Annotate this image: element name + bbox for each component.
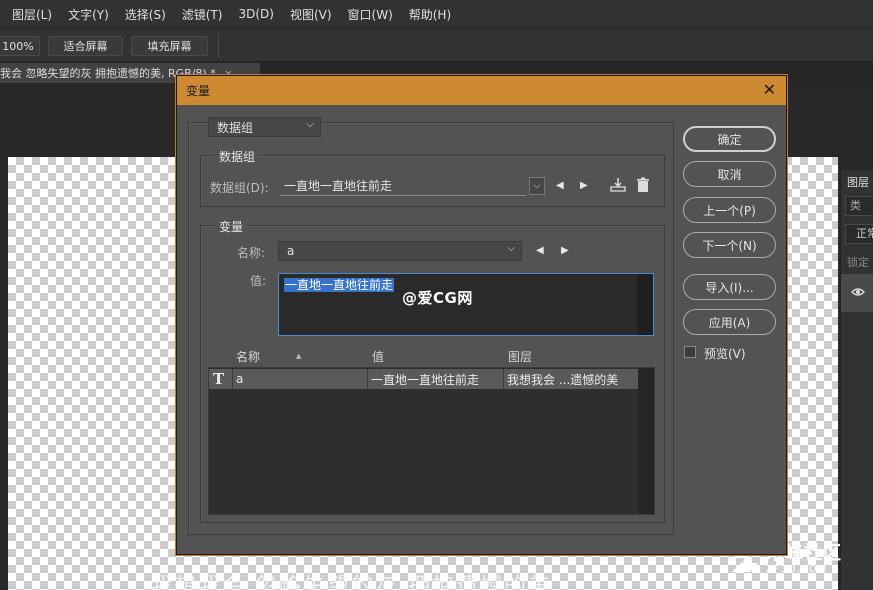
row-value: 一直地一直地往前走 bbox=[368, 369, 504, 389]
variables-dialog: 变量 ✕ 数据组 ⌵ 数据组 数据组(D): 一直地一直地往前走 ⌵ ◀ ▶ 变… bbox=[176, 75, 787, 555]
mode-select-value: 数据组 bbox=[217, 120, 254, 135]
table-header: 名称 ▲ 值 图层 bbox=[208, 346, 654, 366]
next-button[interactable]: 下一个(N) bbox=[683, 232, 776, 258]
options-separator bbox=[218, 34, 219, 58]
cancel-button[interactable]: 取消 bbox=[683, 161, 776, 187]
mode-select[interactable]: 数据组 ⌵ bbox=[208, 117, 321, 137]
dialog-title: 变量 bbox=[186, 84, 211, 98]
row-layer: 我想我会 ...遗憾的美 bbox=[504, 369, 639, 389]
prev-dataset-arrow-icon[interactable]: ◀ bbox=[556, 180, 564, 191]
variable-name-value: a bbox=[287, 244, 295, 258]
apply-button[interactable]: 应用(A) bbox=[683, 309, 776, 335]
menu-select[interactable]: 选择(S) bbox=[117, 6, 174, 23]
value-selected-text: 一直地一直地往前走 bbox=[284, 278, 395, 292]
dataset-label: 数据组(D): bbox=[210, 181, 269, 195]
type-cell: T bbox=[209, 369, 233, 389]
blend-mode-select[interactable]: 正常 bbox=[845, 224, 873, 244]
sort-ascending-icon: ▲ bbox=[296, 352, 302, 360]
layers-panel-title[interactable]: 图层 bbox=[847, 174, 869, 190]
next-dataset-arrow-icon[interactable]: ▶ bbox=[580, 180, 588, 191]
column-header-layer[interactable]: 图层 bbox=[508, 348, 532, 365]
blend-mode-value: 正常 bbox=[856, 227, 873, 240]
dataset-field[interactable]: 一直地一直地往前走 bbox=[280, 176, 526, 196]
text-layer-icon: T bbox=[213, 370, 225, 388]
watermark-url: ZF3D.COM bbox=[766, 564, 828, 575]
close-icon[interactable]: ✕ bbox=[763, 80, 776, 99]
value-label: 值: bbox=[250, 274, 267, 288]
preview-checkbox[interactable] bbox=[684, 346, 696, 358]
name-label: 名称: bbox=[237, 246, 266, 260]
options-bar: 100% 适合屏幕 填充屏幕 bbox=[0, 28, 873, 62]
row-name: a bbox=[233, 369, 368, 389]
menu-3d[interactable]: 3D(D) bbox=[230, 7, 281, 21]
fill-screen-button[interactable]: 填充屏幕 bbox=[131, 36, 208, 56]
menu-bar: 图层(L) 文字(Y) 选择(S) 滤镜(T) 3D(D) 视图(V) 窗口(W… bbox=[0, 0, 873, 28]
dataset-section-title: 数据组 bbox=[215, 148, 260, 165]
dialog-titlebar[interactable]: 变量 ✕ bbox=[177, 76, 786, 105]
import-button[interactable]: 导入(I)... bbox=[683, 274, 776, 300]
layer-row[interactable] bbox=[841, 274, 873, 312]
variable-section-title: 变量 bbox=[215, 218, 248, 235]
menu-type[interactable]: 文字(Y) bbox=[60, 6, 117, 23]
column-header-value[interactable]: 值 bbox=[372, 348, 384, 365]
menu-layer[interactable]: 图层(L) bbox=[4, 6, 60, 23]
table-scrollbar[interactable] bbox=[638, 368, 654, 514]
chevron-down-icon: ⌵ bbox=[507, 243, 515, 254]
fit-screen-button[interactable]: 适合屏幕 bbox=[48, 36, 123, 56]
layers-panel: 图层 类 正常 锁定 bbox=[840, 170, 873, 590]
dialog-body: 数据组 ⌵ 数据组 数据组(D): 一直地一直地往前走 ⌵ ◀ ▶ 变量 名称:… bbox=[177, 105, 786, 554]
layer-filter-text: 类 bbox=[850, 199, 861, 212]
lock-label: 锁定 bbox=[847, 256, 869, 269]
trash-icon[interactable] bbox=[636, 177, 650, 197]
column-header-name[interactable]: 名称 bbox=[236, 348, 260, 365]
dataset-value: 一直地一直地往前走 bbox=[284, 179, 393, 193]
menu-filter[interactable]: 滤镜(T) bbox=[174, 6, 231, 23]
eye-icon[interactable] bbox=[851, 286, 865, 300]
variables-table: T a 一直地一直地往前走 我想我会 ...遗憾的美 bbox=[208, 367, 655, 515]
zoom-100-button[interactable]: 100% bbox=[0, 36, 40, 56]
canvas-layer-text: 我想我会 忽略失望的灰 拥抱遗憾的美 bbox=[150, 574, 552, 590]
prev-variable-arrow-icon[interactable]: ◀ bbox=[536, 245, 544, 256]
variable-name-select[interactable]: a ⌵ bbox=[278, 241, 522, 261]
chevron-down-icon: ⌵ bbox=[306, 119, 314, 130]
menu-help[interactable]: 帮助(H) bbox=[401, 6, 459, 23]
next-variable-arrow-icon[interactable]: ▶ bbox=[561, 245, 569, 256]
menu-view[interactable]: 视图(V) bbox=[282, 6, 340, 23]
ok-button[interactable]: 确定 bbox=[683, 126, 776, 152]
save-dataset-icon[interactable] bbox=[610, 177, 626, 197]
site-overlay-tag: @爱CG网 bbox=[402, 289, 473, 307]
value-scrollbar[interactable] bbox=[637, 274, 653, 335]
layer-filter-input[interactable]: 类 bbox=[845, 196, 873, 216]
prev-button[interactable]: 上一个(P) bbox=[683, 197, 776, 223]
preview-label[interactable]: 预览(V) bbox=[704, 345, 746, 362]
dataset-dropdown-chevron-icon[interactable]: ⌵ bbox=[529, 177, 545, 195]
table-row[interactable]: T a 一直地一直地往前走 我想我会 ...遗憾的美 bbox=[209, 369, 639, 389]
menu-window[interactable]: 窗口(W) bbox=[340, 6, 401, 23]
